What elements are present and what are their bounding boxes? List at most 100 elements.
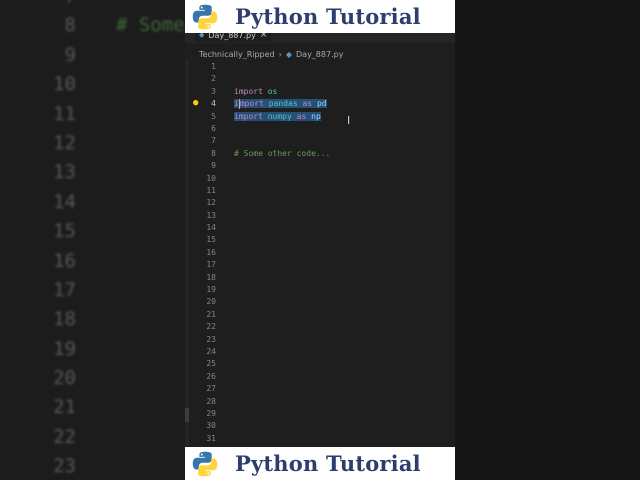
code-line[interactable]: 23 (185, 334, 455, 346)
editor-window: Python Tutorial ◆ Day_887.py × Technical… (185, 0, 455, 480)
background-line-number: 19 (53, 337, 76, 360)
line-number: 5 (211, 111, 216, 121)
background-line: 12 (40, 129, 185, 158)
code-line[interactable]: 30 (185, 420, 455, 432)
line-number: 22 (206, 322, 216, 332)
background-right-panel (455, 0, 640, 480)
code-editor[interactable]: 1 2 3 import os 4 ● import pandas as pd 5 import… (185, 61, 455, 445)
background-line: 13 (40, 158, 185, 187)
code-line[interactable]: 13 (185, 210, 455, 222)
background-line: 21 (40, 393, 185, 422)
code-line[interactable]: 7 (185, 135, 455, 147)
background-line: 11 (40, 100, 185, 129)
code-line[interactable]: 5 import numpy as np (185, 111, 455, 123)
code-line[interactable]: 9 (185, 160, 455, 172)
code-line[interactable]: 8 # Some other code... (185, 148, 455, 160)
background-line-number: 16 (53, 249, 76, 272)
code-line[interactable]: 15 (185, 234, 455, 246)
background-line-number: 17 (53, 278, 76, 301)
code-line[interactable]: 19 (185, 284, 455, 296)
code-line[interactable]: 6 (185, 123, 455, 135)
background-line: 22 (40, 423, 185, 452)
keyword-import: import (234, 111, 263, 121)
line-number: 30 (206, 421, 216, 431)
line-number: 25 (206, 359, 216, 369)
line-number: 31 (206, 433, 216, 443)
code-line[interactable]: 3 import os (185, 86, 455, 98)
background-comment: # Some (116, 14, 185, 37)
code-line[interactable]: 21 (185, 309, 455, 321)
background-line: 8 # Some (40, 11, 185, 40)
code-content[interactable]: import numpy as np (234, 111, 321, 123)
background-line-number: 18 (53, 308, 76, 331)
keyword-as: as (296, 111, 307, 121)
code-comment: # Some other code... (234, 148, 331, 158)
selection-highlight: import pandas as pd (234, 98, 327, 109)
background-line: 23 (40, 452, 185, 480)
code-content[interactable]: # Some other code... (234, 148, 330, 160)
text-cursor-icon: I (347, 114, 351, 127)
module-name: os (267, 86, 278, 96)
banner-title: Python Tutorial (235, 451, 421, 476)
code-line[interactable]: 12 (185, 197, 455, 209)
background-line: 16 (40, 247, 185, 276)
code-line[interactable]: 20 (185, 296, 455, 308)
background-line: 10 (40, 70, 185, 99)
code-line[interactable]: 28 (185, 396, 455, 408)
background-line: 14 (40, 188, 185, 217)
code-line[interactable]: 10 (185, 173, 455, 185)
alias-name: pd (316, 99, 327, 109)
code-line[interactable]: 18 (185, 272, 455, 284)
code-line[interactable]: 22 (185, 321, 455, 333)
background-line-number: 13 (53, 161, 76, 184)
breadcrumb-folder[interactable]: Technically_Ripped (199, 50, 275, 59)
line-number: 28 (206, 396, 216, 406)
line-number: 17 (206, 260, 216, 270)
code-line[interactable]: 16 (185, 247, 455, 259)
line-number: 29 (206, 408, 216, 418)
background-line-number: 14 (53, 190, 76, 213)
code-content[interactable]: import os (234, 86, 277, 98)
background-line: 17 (40, 276, 185, 305)
background-code-lines: 7 8 # Some 9 10 11 12 13 14 15 16 17 18 19 20 21 22 23 (40, 0, 185, 480)
code-line[interactable]: 1 (185, 61, 455, 73)
python-logo-icon (192, 451, 218, 476)
background-line-number: 11 (53, 102, 76, 125)
background-line-number: 21 (53, 396, 76, 419)
line-number: 3 (211, 86, 216, 96)
line-number: 26 (206, 371, 216, 381)
background-line: 7 (40, 0, 185, 11)
background-line: 9 (40, 41, 185, 70)
code-line[interactable]: 2 (185, 73, 455, 85)
title-banner-top: Python Tutorial (185, 0, 455, 33)
background-line-number: 12 (53, 131, 76, 154)
code-line[interactable]: 14 (185, 222, 455, 234)
background-line-number: 7 (40, 0, 76, 11)
code-line[interactable]: 4 ● import pandas as pd (185, 98, 455, 110)
code-line[interactable]: 31 (185, 433, 455, 445)
python-logo-icon (192, 4, 218, 29)
code-line[interactable]: 29 (185, 408, 455, 420)
selection-highlight: import numpy as np (234, 111, 321, 121)
code-line[interactable]: 26 (185, 371, 455, 383)
code-line[interactable]: 17 (185, 259, 455, 271)
breadcrumb: Technically_Ripped › ◆ Day_887.py (199, 47, 343, 61)
line-number: 12 (206, 198, 216, 208)
lightbulb-icon[interactable]: ● (193, 99, 200, 108)
chevron-right-icon: › (278, 49, 282, 59)
code-line[interactable]: 11 (185, 185, 455, 197)
code-line[interactable]: 27 (185, 383, 455, 395)
banner-title: Python Tutorial (235, 4, 421, 29)
breadcrumb-file[interactable]: Day_887.py (296, 50, 343, 59)
code-line[interactable]: 25 (185, 358, 455, 370)
code-content[interactable]: import pandas as pd (234, 98, 327, 110)
code-line[interactable]: 24 (185, 346, 455, 358)
background-line-number: 20 (53, 367, 76, 390)
background-line-number: 23 (53, 455, 76, 478)
line-number: 10 (206, 173, 216, 183)
line-number: 7 (211, 136, 216, 146)
line-number: 6 (211, 123, 216, 133)
line-number: 24 (206, 346, 216, 356)
background-line: 19 (40, 335, 185, 364)
line-number: 19 (206, 285, 216, 295)
